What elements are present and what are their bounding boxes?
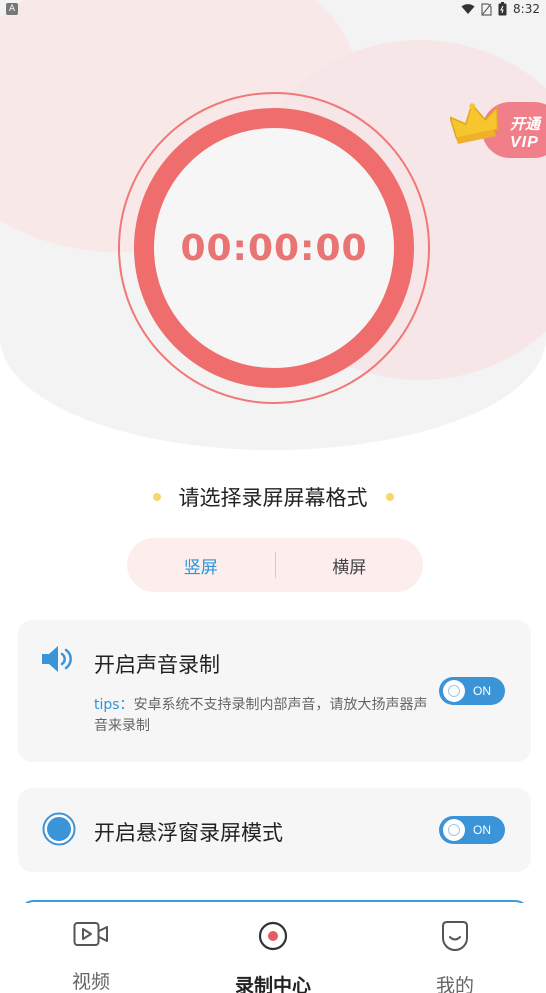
smile-icon xyxy=(442,921,468,951)
audio-tips: tips：安卓系统不支持录制内部声音，请放大扬声器声音来录制 xyxy=(94,695,434,737)
video-icon xyxy=(73,922,108,946)
status-time: 8:32 xyxy=(513,2,540,16)
record-dot-icon xyxy=(42,812,76,846)
vip-line2: VIP xyxy=(510,134,539,151)
audio-card-title: 开启声音录制 xyxy=(94,653,220,677)
bottom-tab-bar: 视频 录制中心 我的 xyxy=(0,903,546,993)
orientation-switch: 竖屏 横屏 xyxy=(127,538,423,592)
audio-toggle[interactable]: ON xyxy=(439,677,505,705)
timer-display: 00:00:00 xyxy=(180,227,368,269)
audio-record-card: 开启声音录制 tips：安卓系统不支持录制内部声音，请放大扬声器声音来录制 ON xyxy=(18,620,531,762)
wifi-icon xyxy=(461,4,475,14)
tips-text: 安卓系统不支持录制内部声音，请放大扬声器声音来录制 xyxy=(94,697,428,734)
no-sim-icon xyxy=(481,2,492,16)
format-section-title: 请选择录屏屏幕格式 xyxy=(0,480,546,514)
toggle-label: ON xyxy=(473,684,491,698)
title-dot xyxy=(385,493,394,501)
tab-label: 我的 xyxy=(435,975,474,993)
notification-badge: A xyxy=(6,3,18,15)
format-title-text: 请选择录屏屏幕格式 xyxy=(178,486,368,510)
floating-window-card: 开启悬浮窗录屏模式 ON xyxy=(18,788,531,872)
tab-video[interactable]: 视频 xyxy=(0,903,182,993)
status-bar: A 8:32 xyxy=(0,0,546,18)
tab-record-center[interactable]: 录制中心 xyxy=(182,903,364,993)
title-dot xyxy=(152,493,161,501)
float-toggle[interactable]: ON xyxy=(439,816,505,844)
tab-mine[interactable]: 我的 xyxy=(364,903,546,993)
tab-label: 录制中心 xyxy=(234,975,311,993)
speaker-icon xyxy=(42,646,72,672)
tips-label: tips： xyxy=(94,697,134,713)
record-timer-button[interactable]: 00:00:00 xyxy=(134,108,414,388)
vip-button[interactable]: 开通 VIP xyxy=(450,92,546,166)
crown-icon xyxy=(450,102,499,144)
portrait-option[interactable]: 竖屏 xyxy=(127,553,275,578)
tab-label: 视频 xyxy=(71,971,110,993)
vip-line1: 开通 xyxy=(510,116,541,133)
toggle-knob xyxy=(443,819,465,841)
record-icon xyxy=(258,921,288,951)
battery-icon xyxy=(498,2,507,16)
toggle-knob xyxy=(443,680,465,702)
toggle-label: ON xyxy=(473,823,491,837)
landscape-option[interactable]: 横屏 xyxy=(276,553,424,578)
float-card-title: 开启悬浮窗录屏模式 xyxy=(94,821,283,845)
